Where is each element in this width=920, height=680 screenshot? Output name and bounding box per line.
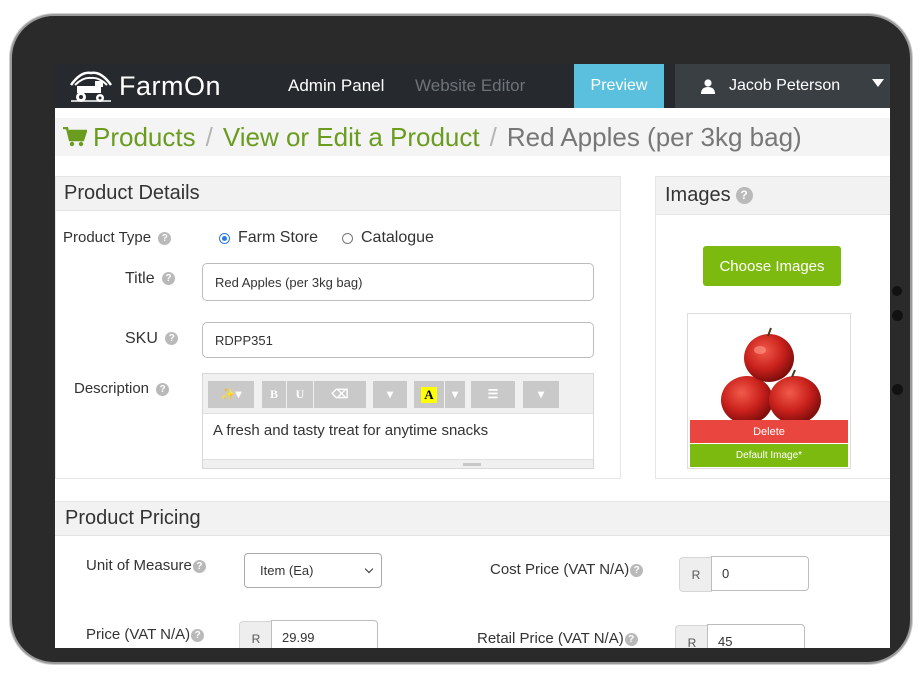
unit-of-measure-select[interactable]: Item (Ea) (244, 553, 382, 588)
tractor-logo-icon (69, 71, 113, 102)
default-image-button[interactable]: Default Image* (690, 444, 848, 467)
retail-price-label-text: Retail Price (VAT N/A) (477, 630, 624, 647)
screen: FarmOn Admin Panel Website Editor Previe… (55, 64, 890, 648)
price-label: Price (VAT N/A)? (86, 626, 205, 643)
chevron-down-icon (872, 79, 884, 87)
cost-price-label: Cost Price (VAT N/A)? (490, 561, 644, 578)
description-text[interactable]: A fresh and tasty treat for anytime snac… (203, 414, 593, 447)
help-icon[interactable]: ? (630, 563, 644, 577)
product-type-label-text: Product Type (63, 229, 152, 246)
list-icon[interactable]: ☰ (471, 381, 515, 408)
panel-heading: Images ? (656, 177, 890, 215)
panel-heading: Product Pricing (55, 502, 890, 536)
help-icon[interactable]: ? (165, 332, 179, 346)
bezel-dot (892, 286, 902, 296)
help-icon[interactable]: ? (191, 628, 205, 642)
cost-price-input[interactable]: 0 (711, 556, 809, 591)
retail-price-label: Retail Price (VAT N/A)? (477, 630, 638, 647)
cost-price-label-text: Cost Price (VAT N/A) (490, 561, 630, 578)
user-menu[interactable]: Jacob Peterson (675, 64, 890, 108)
underline-button[interactable]: U (287, 381, 313, 408)
nav-admin-panel[interactable]: Admin Panel (288, 76, 384, 96)
nav-website-editor[interactable]: Website Editor (415, 76, 525, 96)
price-input[interactable]: 29.99 (271, 620, 378, 648)
breadcrumb: Products / View or Edit a Product / Red … (55, 118, 890, 156)
highlight-color-button[interactable]: A (414, 381, 444, 408)
logo-text: FarmOn (119, 70, 222, 101)
breadcrumb-view-edit[interactable]: View or Edit a Product (223, 122, 480, 153)
breadcrumb-products[interactable]: Products (93, 122, 196, 153)
choose-images-button[interactable]: Choose Images (703, 246, 841, 286)
radio-catalogue-label: Catalogue (361, 229, 434, 246)
top-navbar: FarmOn Admin Panel Website Editor Previe… (55, 64, 890, 108)
panel-heading: Product Details (56, 177, 620, 211)
description-label: Description ? (74, 380, 170, 397)
preview-button[interactable]: Preview (574, 64, 664, 108)
red-apples-image (721, 327, 821, 424)
shopping-cart-icon (63, 127, 87, 147)
bezel-dot (892, 310, 903, 321)
breadcrumb-current: Red Apples (per 3kg bag) (506, 121, 802, 152)
bold-button[interactable]: B (262, 381, 286, 408)
chevron-down-icon (364, 564, 374, 574)
help-icon[interactable]: ? (162, 272, 176, 286)
currency-addon: R (679, 557, 712, 592)
unit-of-measure-label: Unit of Measure? (86, 557, 206, 574)
farmon-logo[interactable]: FarmOn (67, 68, 221, 104)
images-heading-text: Images (665, 184, 731, 206)
help-icon[interactable]: ? (735, 187, 753, 204)
retail-price-input[interactable]: 45 (707, 624, 805, 648)
title-label-text: Title (125, 270, 155, 287)
sku-label-text: SKU (125, 330, 158, 347)
description-editor: ✨▾ B U ⌫ ▾ A ▾ ☰ ▾ A fresh and tasty tre… (202, 373, 594, 469)
radio-catalogue[interactable]: Catalogue (342, 229, 434, 247)
radio-farm-store[interactable]: Farm Store (219, 229, 318, 247)
unit-of-measure-value: Item (Ea) (260, 563, 314, 578)
help-icon[interactable]: ? (156, 382, 170, 396)
breadcrumb-separator: / (489, 121, 497, 152)
user-name: Jacob Peterson (729, 77, 841, 94)
radio-unselected-icon (342, 232, 353, 244)
price-label-text: Price (VAT N/A) (86, 626, 191, 643)
user-icon (701, 78, 715, 94)
product-type-label: Product Type ? (63, 229, 172, 246)
bezel-dot (892, 384, 903, 395)
eraser-icon[interactable]: ⌫ (314, 381, 366, 408)
currency-addon: R (675, 625, 708, 648)
editor-resize-handle[interactable] (203, 459, 593, 468)
help-icon[interactable]: ? (624, 632, 638, 646)
magic-wand-icon[interactable]: ✨▾ (208, 381, 254, 408)
tablet-frame: FarmOn Admin Panel Website Editor Previe… (10, 14, 912, 664)
radio-farm-store-label: Farm Store (238, 229, 319, 246)
title-label: Title ? (125, 270, 176, 288)
delete-image-button[interactable]: Delete (690, 420, 848, 443)
radio-selected-icon (219, 232, 230, 244)
currency-addon: R (239, 621, 272, 648)
description-label-text: Description (74, 380, 150, 397)
title-input[interactable]: Red Apples (per 3kg bag) (202, 263, 594, 301)
font-size-dropdown[interactable]: ▾ (373, 381, 407, 408)
help-icon[interactable]: ? (192, 559, 206, 573)
unit-of-measure-label-text: Unit of Measure (86, 557, 192, 574)
help-icon[interactable]: ? (158, 231, 172, 245)
more-dropdown[interactable]: ▾ (523, 381, 559, 408)
highlight-icon: A (421, 386, 437, 403)
highlight-color-dropdown[interactable]: ▾ (445, 381, 465, 408)
sku-input[interactable]: RDPP351 (202, 322, 594, 358)
breadcrumb-separator: / (205, 121, 213, 152)
editor-toolbar: ✨▾ B U ⌫ ▾ A ▾ ☰ ▾ (203, 374, 593, 414)
sku-label: SKU ? (125, 330, 179, 348)
